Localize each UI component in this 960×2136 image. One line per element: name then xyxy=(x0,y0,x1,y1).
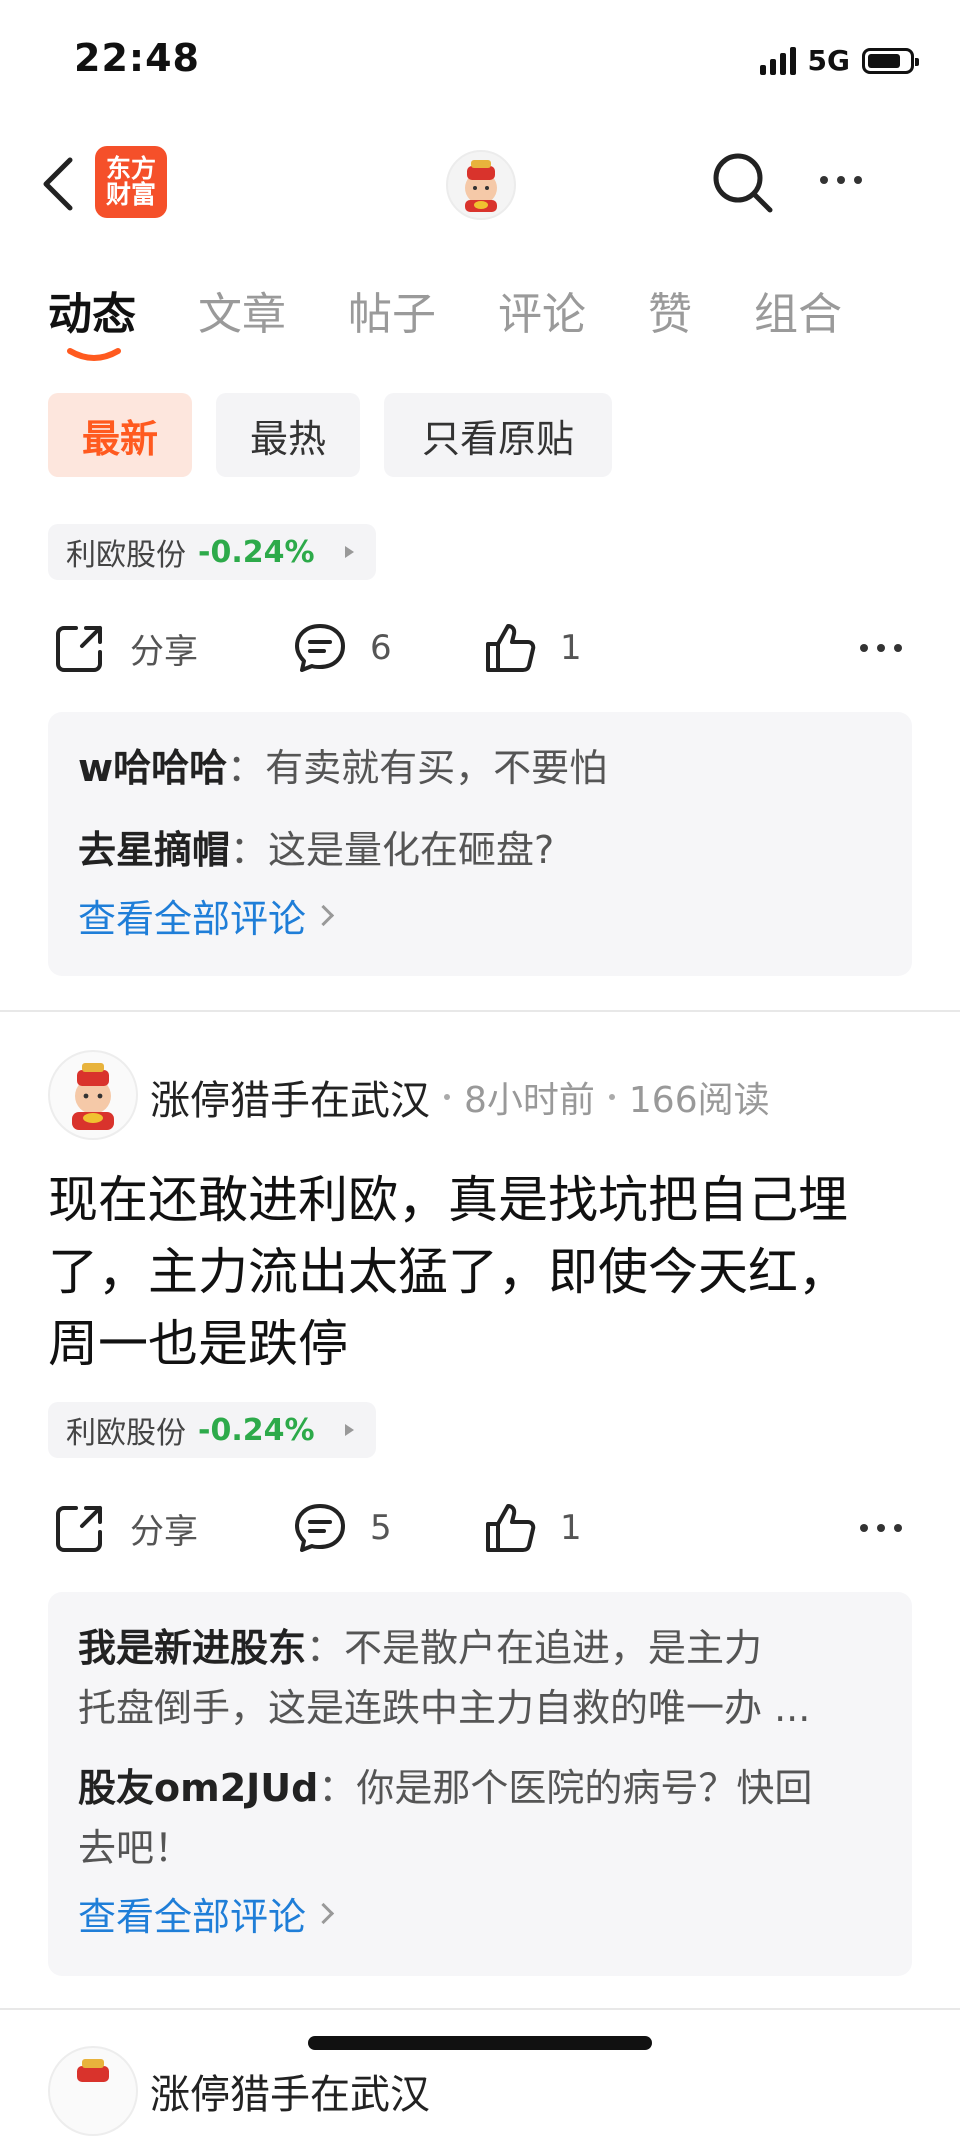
comment-count: 5 xyxy=(370,1508,392,1548)
tab-dynamics[interactable]: 动态 xyxy=(48,278,136,342)
like-button[interactable]: 1 xyxy=(482,620,582,676)
share-button[interactable]: 分享 xyxy=(52,620,198,676)
comments-preview: 我是新进股东：不是散户在追进，是主力 托盘倒手，这是连跌中主力自救的唯一办 ..… xyxy=(48,1592,912,1976)
more-icon xyxy=(820,176,862,184)
post-body[interactable]: 现在还敢进利欧，真是找坑把自己埋 了，主力流出太猛了，即使今天红， 周一也是跌停 xyxy=(48,1164,918,1380)
filter-latest[interactable]: 最新 xyxy=(48,393,192,477)
caishen-avatar-icon xyxy=(465,160,497,212)
more-icon xyxy=(860,1524,902,1532)
post-meta: 涨停猎手在武汉 xyxy=(150,2062,430,2120)
play-arrow-icon xyxy=(344,1424,354,1436)
post-more-button[interactable] xyxy=(860,644,902,652)
tab-comments[interactable]: 评论 xyxy=(498,278,586,342)
chevron-left-icon xyxy=(43,157,73,211)
comment-item[interactable]: 股友om2JUd：你是那个医院的病号？快回 去吧！ xyxy=(78,1758,882,1878)
share-label: 分享 xyxy=(130,1511,198,1552)
like-count: 1 xyxy=(560,1508,582,1548)
author-name[interactable]: 涨停猎手在武汉 xyxy=(150,1068,430,1126)
share-icon xyxy=(56,626,102,672)
home-indicator xyxy=(308,2036,652,2050)
post-meta: 涨停猎手在武汉 8小时前 166阅读 xyxy=(150,1068,770,1126)
thumbs-up-icon xyxy=(486,624,536,672)
signal-icon xyxy=(759,46,796,75)
comment-count: 6 xyxy=(370,628,392,668)
search-button[interactable] xyxy=(710,150,774,218)
author-name[interactable]: 涨停猎手在武汉 xyxy=(150,2062,430,2120)
author-avatar[interactable] xyxy=(48,2046,138,2136)
tab-posts[interactable]: 帖子 xyxy=(348,278,436,342)
thumbs-up-icon xyxy=(486,1504,536,1552)
battery-icon xyxy=(862,47,919,74)
stock-tag[interactable]: 利欧股份 -0.24% xyxy=(48,524,376,580)
comment-item[interactable]: 我是新进股东：不是散户在追进，是主力 托盘倒手，这是连跌中主力自救的唯一办 ..… xyxy=(78,1618,882,1738)
stock-name: 利欧股份 xyxy=(66,1416,186,1451)
comment-icon xyxy=(295,624,345,672)
post-divider xyxy=(0,2008,960,2010)
status-time: 22:48 xyxy=(74,36,200,80)
tab-articles[interactable]: 文章 xyxy=(198,278,286,342)
post-divider xyxy=(0,1010,960,1012)
chevron-right-icon xyxy=(312,904,335,927)
share-label: 分享 xyxy=(130,631,198,672)
view-all-comments-link[interactable]: 查看全部评论 xyxy=(78,888,882,943)
comments-preview: w哈哈哈：有卖就有买，不要怕 去星摘帽：这是量化在砸盘? 查看全部评论 xyxy=(48,712,912,976)
more-icon xyxy=(860,644,902,652)
author-avatar[interactable] xyxy=(48,1050,138,1140)
stock-change: -0.24% xyxy=(198,534,315,570)
more-button[interactable] xyxy=(820,176,862,184)
play-arrow-icon xyxy=(344,546,354,558)
post-more-button[interactable] xyxy=(860,1524,902,1532)
share-button[interactable]: 分享 xyxy=(52,1500,198,1556)
stock-name: 利欧股份 xyxy=(66,538,186,573)
stock-change: -0.24% xyxy=(198,1412,315,1448)
app-logo: 东方 财富 xyxy=(95,146,167,218)
chevron-right-icon xyxy=(312,1902,335,1925)
tab-bar: 动态 文章 帖子 评论 赞 组合 xyxy=(48,278,904,342)
view-all-comments-link[interactable]: 查看全部评论 xyxy=(78,1886,882,1941)
post-reads: 166阅读 xyxy=(628,1080,770,1121)
tab-portfolio[interactable]: 组合 xyxy=(754,278,842,342)
caishen-avatar-icon xyxy=(72,1063,114,1130)
comment-item[interactable]: 去星摘帽：这是量化在砸盘? xyxy=(78,820,882,880)
comment-button[interactable]: 5 xyxy=(292,1500,392,1556)
status-indicators: 5G xyxy=(759,44,919,77)
like-button[interactable]: 1 xyxy=(482,1500,582,1556)
comment-item[interactable]: w哈哈哈：有卖就有买，不要怕 xyxy=(78,738,882,798)
filter-original-only[interactable]: 只看原贴 xyxy=(384,393,612,477)
comment-icon xyxy=(295,1504,345,1552)
profile-avatar[interactable] xyxy=(446,150,516,220)
filter-hot[interactable]: 最热 xyxy=(216,393,360,477)
tab-likes[interactable]: 赞 xyxy=(648,278,692,342)
share-icon xyxy=(56,1506,102,1552)
caishen-avatar-icon xyxy=(77,2059,109,2082)
active-tab-indicator xyxy=(67,348,121,361)
like-count: 1 xyxy=(560,628,582,668)
network-label: 5G xyxy=(807,44,850,77)
search-icon xyxy=(713,153,773,213)
post-time: 8小时前 xyxy=(464,1080,595,1121)
comment-button[interactable]: 6 xyxy=(292,620,392,676)
back-button[interactable] xyxy=(40,156,76,216)
stock-tag[interactable]: 利欧股份 -0.24% xyxy=(48,1402,376,1458)
